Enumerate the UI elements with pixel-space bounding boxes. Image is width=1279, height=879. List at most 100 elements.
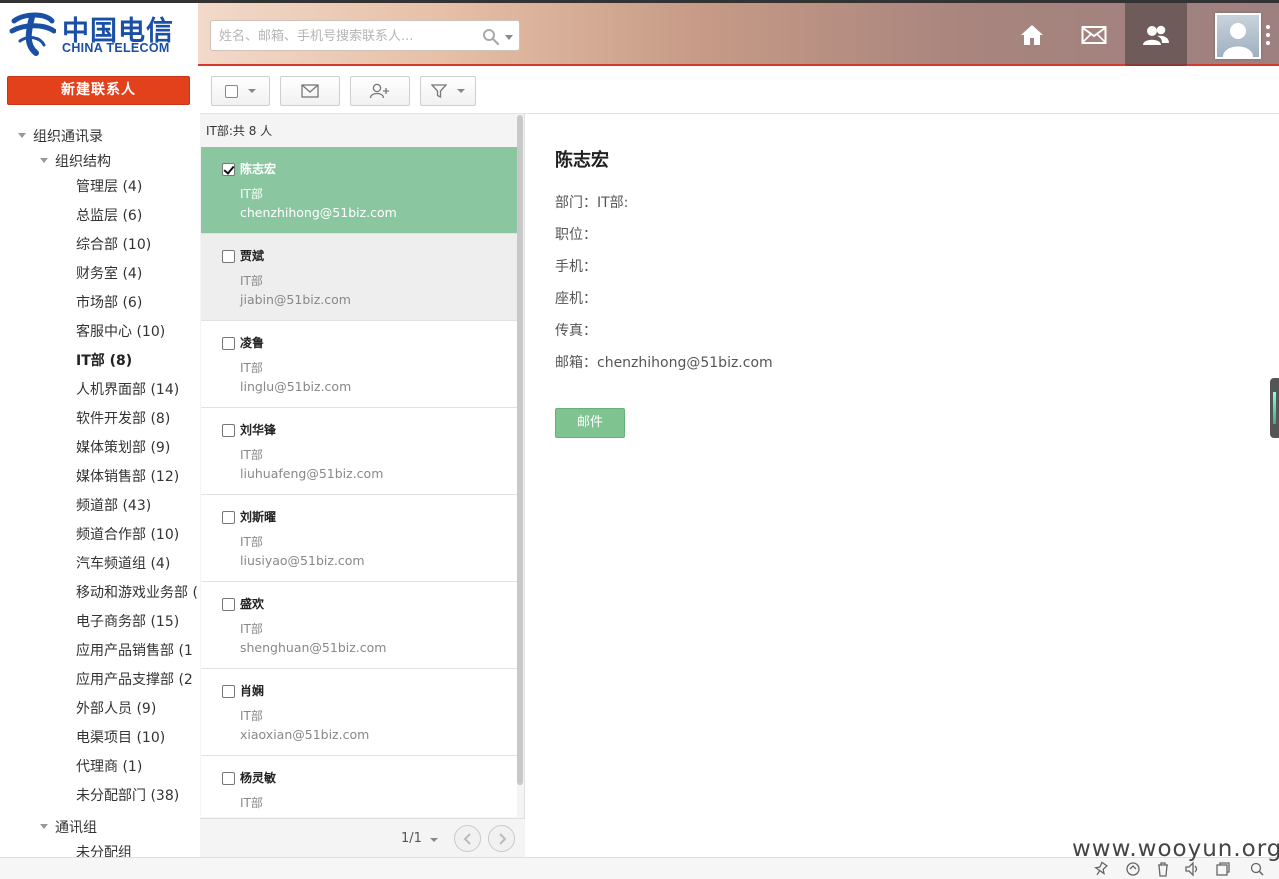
row-checkbox[interactable]: [222, 511, 235, 524]
add-user-icon: [369, 83, 389, 99]
tree-dept-item[interactable]: 频道合作部 (10): [76, 524, 179, 544]
search-icon[interactable]: [1249, 861, 1265, 877]
send-mail-button[interactable]: 邮件: [555, 408, 625, 438]
tree-dept-item-selected[interactable]: IT部 (8): [76, 350, 132, 370]
tree-node-org-directory[interactable]: 组织通讯录: [18, 126, 103, 146]
user-silhouette-icon: [1223, 23, 1253, 57]
org-directory-tree: 组织通讯录 组织结构 管理层 (4) 总监层 (6) 综合部 (10) 财务室 …: [0, 120, 198, 860]
list-toolbar: [200, 66, 1279, 114]
row-checkbox[interactable]: [222, 424, 235, 437]
contact-row-selected[interactable]: 陈志宏 IT部 chenzhihong@51biz.com: [201, 147, 517, 234]
search-dropdown-caret[interactable]: [505, 35, 513, 40]
contact-search-box[interactable]: [210, 20, 520, 51]
contact-row[interactable]: 杨灵敏 IT部: [201, 756, 517, 817]
tree-dept-item[interactable]: 总监层 (6): [76, 205, 142, 225]
tree-dept-item[interactable]: 电子商务部 (15): [76, 611, 179, 631]
tree-dept-item[interactable]: 汽车频道组 (4): [76, 553, 170, 573]
row-checkbox[interactable]: [222, 772, 235, 785]
tree-node-label: 组织通讯录: [33, 129, 103, 145]
row-checkbox[interactable]: [222, 598, 235, 611]
select-all-dropdown[interactable]: [211, 76, 270, 106]
tree-dept-item[interactable]: 代理商 (1): [76, 756, 142, 776]
tree-dept-item[interactable]: 客服中心 (10): [76, 321, 165, 341]
trash-icon[interactable]: [1155, 861, 1171, 877]
window-icon[interactable]: [1215, 861, 1231, 877]
contact-row[interactable]: 肖娴 IT部 xiaoxian@51biz.com: [201, 669, 517, 756]
filter-dropdown[interactable]: [420, 76, 476, 106]
contact-row[interactable]: 刘斯曜 IT部 liusiyao@51biz.com: [201, 495, 517, 582]
detail-fax: 传真：: [555, 323, 597, 339]
user-menu-more-icon[interactable]: [1266, 25, 1272, 47]
page-indicator[interactable]: 1/1: [401, 831, 422, 846]
search-input[interactable]: [219, 26, 469, 46]
tree-dept-item[interactable]: 财务室 (4): [76, 263, 142, 283]
tree-dept-item[interactable]: 未分配部门 (38): [76, 785, 179, 805]
contact-dept: IT部: [240, 535, 263, 549]
nav-contacts-button[interactable]: [1125, 3, 1187, 66]
contact-dept: IT部: [240, 709, 263, 723]
telecom-logo-icon: [9, 12, 56, 56]
contact-dept: IT部: [240, 187, 263, 201]
tree-dept-item[interactable]: 频道部 (43): [76, 495, 151, 515]
detail-email[interactable]: 邮箱：chenzhihong@51biz.com: [555, 352, 773, 372]
select-all-checkbox[interactable]: [225, 84, 238, 98]
tree-node-org-structure[interactable]: 组织结构: [40, 151, 111, 171]
detail-landline: 座机：: [555, 291, 597, 307]
contact-name: 刘华锋: [240, 423, 277, 437]
row-checkbox[interactable]: [222, 685, 235, 698]
tree-dept-item[interactable]: 人机界面部 (14): [76, 379, 179, 399]
list-heading: IT部:共 8 人: [206, 124, 273, 138]
add-contact-button[interactable]: [350, 76, 410, 106]
row-checkbox[interactable]: [222, 250, 235, 263]
refresh-icon[interactable]: [1125, 861, 1141, 877]
side-panel-handle[interactable]: [1270, 378, 1279, 438]
row-checkbox[interactable]: [222, 337, 235, 350]
tree-dept-item[interactable]: 市场部 (6): [76, 292, 142, 312]
tree-dept-item[interactable]: 移动和游戏业务部 (: [76, 582, 198, 602]
contact-dept: IT部: [240, 361, 263, 375]
logo-english-text: CHINA TELECOM: [62, 41, 170, 55]
contact-name: 贾斌: [240, 249, 265, 263]
tree-node-label: 通讯组: [55, 820, 97, 836]
contact-dept: IT部: [240, 448, 263, 462]
new-contact-button[interactable]: 新建联系人: [7, 76, 190, 105]
detail-position: 职位：: [555, 227, 597, 243]
tree-dept-item[interactable]: 管理层 (4): [76, 176, 142, 196]
user-avatar[interactable]: [1215, 13, 1261, 59]
nav-mail-button[interactable]: [1063, 3, 1125, 66]
search-icon[interactable]: [482, 28, 500, 46]
contact-name: 盛欢: [240, 597, 265, 611]
contact-row[interactable]: 凌鲁 IT部 linglu@51biz.com: [201, 321, 517, 408]
next-page-button[interactable]: [488, 825, 515, 852]
contact-dept: IT部: [240, 622, 263, 636]
chevron-down-icon[interactable]: [430, 838, 438, 842]
tree-dept-item[interactable]: 媒体策划部 (9): [76, 437, 170, 457]
contact-row[interactable]: 刘华锋 IT部 liuhuafeng@51biz.com: [201, 408, 517, 495]
tree-dept-item[interactable]: 外部人员 (9): [76, 698, 156, 718]
collapse-caret-icon[interactable]: [18, 133, 26, 138]
tree-dept-item[interactable]: 应用产品支撑部 (2: [76, 669, 193, 689]
china-telecom-logo[interactable]: 中国电信 CHINA TELECOM: [0, 3, 198, 66]
contact-row[interactable]: 盛欢 IT部 shenghuan@51biz.com: [201, 582, 517, 669]
prev-page-button[interactable]: [454, 825, 481, 852]
contact-name: 刘斯曜: [240, 510, 277, 524]
contact-dept: IT部: [240, 274, 263, 288]
contact-name: 杨灵敏: [240, 771, 277, 785]
send-mail-button[interactable]: [280, 76, 340, 106]
tree-dept-item[interactable]: 综合部 (10): [76, 234, 151, 254]
nav-home-button[interactable]: [1001, 3, 1063, 66]
chevron-down-icon: [248, 89, 256, 93]
row-checkbox[interactable]: [222, 163, 235, 176]
list-scrollbar[interactable]: [517, 115, 523, 785]
volume-icon[interactable]: [1184, 861, 1200, 877]
pin-icon[interactable]: [1093, 861, 1109, 877]
tree-dept-item[interactable]: 应用产品销售部 (1: [76, 640, 193, 660]
tree-dept-item[interactable]: 媒体销售部 (12): [76, 466, 179, 486]
tree-dept-item[interactable]: 软件开发部 (8): [76, 408, 170, 428]
tree-node-groups[interactable]: 通讯组: [40, 817, 97, 837]
envelope-icon: [301, 84, 319, 98]
collapse-caret-icon[interactable]: [40, 824, 48, 829]
collapse-caret-icon[interactable]: [40, 158, 48, 163]
contact-row[interactable]: 贾斌 IT部 jiabin@51biz.com: [201, 234, 517, 321]
tree-dept-item[interactable]: 电渠项目 (10): [76, 727, 165, 747]
